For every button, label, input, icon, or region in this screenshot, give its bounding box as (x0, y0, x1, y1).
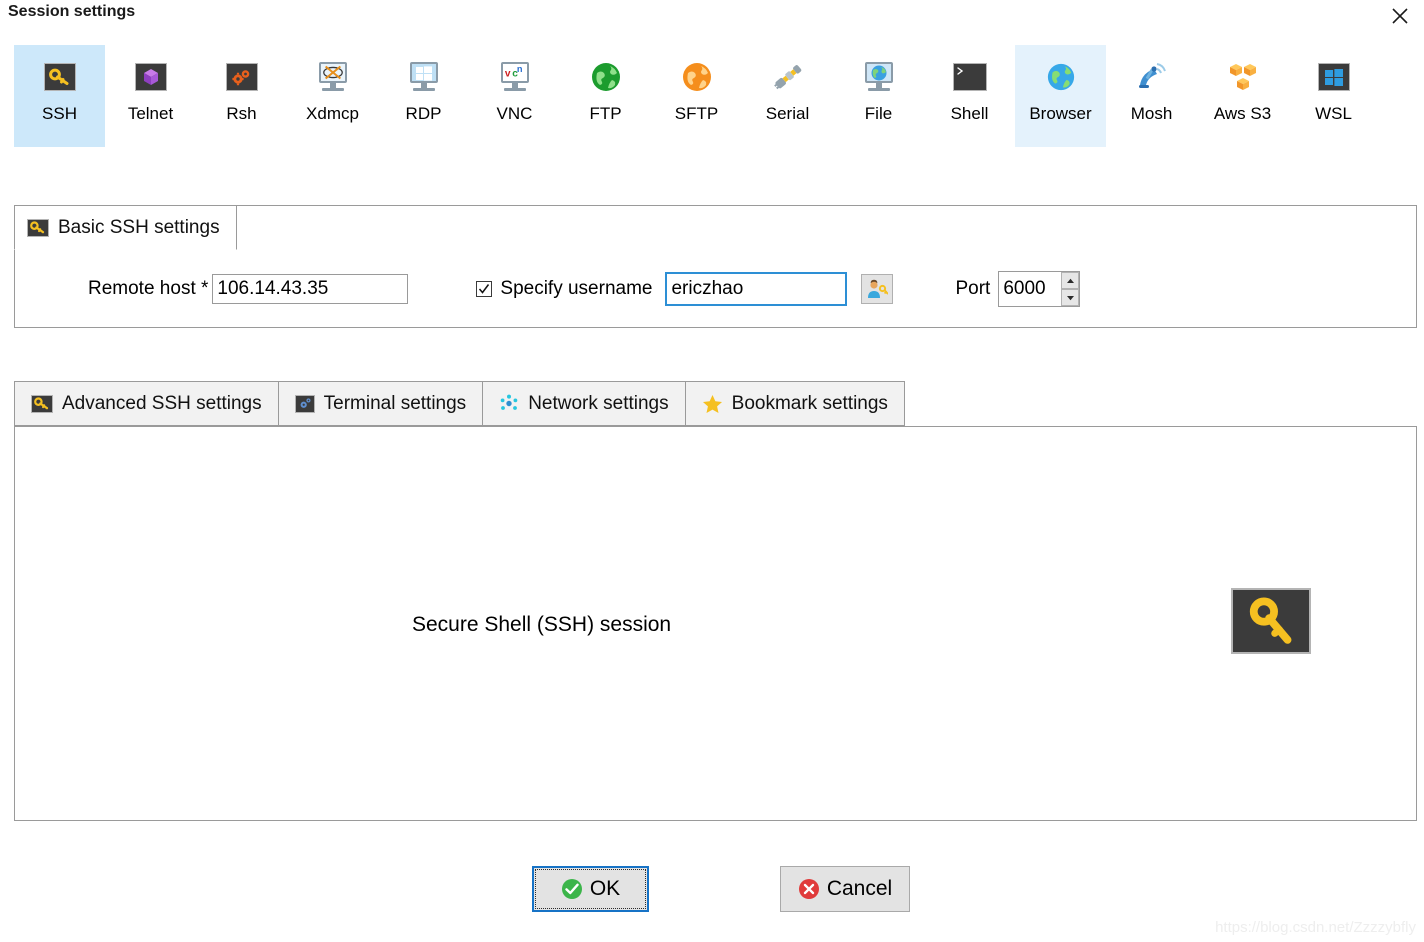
session-description: Secure Shell (SSH) session (412, 613, 672, 636)
sftp-orange-globe-icon (679, 59, 715, 95)
tab-label: Bookmark settings (731, 392, 888, 414)
session-type-label: VNC (496, 104, 533, 123)
session-type-label: File (864, 104, 893, 123)
port-input[interactable] (999, 272, 1062, 306)
aws-s3-boxes-icon (1225, 59, 1261, 95)
ssh-key-icon (42, 59, 78, 95)
session-type-shell[interactable]: Shell (924, 45, 1015, 147)
page-title: Session settings (8, 3, 136, 20)
remote-host-input[interactable] (212, 274, 409, 304)
port-stepper[interactable] (998, 271, 1081, 307)
user-key-icon[interactable] (861, 274, 894, 304)
session-type-label: Mosh (1130, 104, 1173, 123)
session-type-telnet[interactable]: Telnet (105, 45, 196, 147)
mosh-satellite-icon (1134, 59, 1170, 95)
session-type-aws-s3[interactable]: Aws S3 (1197, 45, 1288, 147)
tab-bookmark-settings[interactable]: Bookmark settings (684, 381, 905, 426)
settings-tab-bar: Advanced SSH settings Terminal settings (14, 381, 905, 426)
ftp-green-globe-icon (588, 59, 624, 95)
session-type-label: SSH (42, 104, 77, 123)
vnc-monitor-icon: v c n (497, 59, 533, 95)
svg-text:v: v (504, 69, 510, 80)
x-circle-icon (798, 878, 820, 900)
serial-plug-icon (770, 59, 806, 95)
session-type-strip: SSH Telnet Rsh Xdmcp RDP v c n VNC FTP S… (14, 45, 1410, 147)
ok-button-label: OK (589, 877, 621, 900)
file-globe-monitor-icon (861, 59, 897, 95)
cancel-button[interactable]: Cancel (780, 866, 910, 912)
session-type-label: Browser (1029, 104, 1092, 123)
tab-network-settings[interactable]: Network settings (482, 381, 685, 426)
basic-ssh-settings-tab-label: Basic SSH settings (58, 216, 220, 238)
cancel-button-label: Cancel (826, 877, 893, 900)
session-type-label: Telnet (127, 104, 174, 123)
tab-advanced-ssh-settings[interactable]: Advanced SSH settings (14, 381, 278, 426)
rdp-windows-icon (406, 59, 442, 95)
svg-text:n: n (516, 64, 522, 74)
terminal-gear-icon (294, 394, 315, 413)
wsl-windows-icon (1316, 59, 1352, 95)
spinner-down-icon[interactable] (1061, 289, 1080, 306)
session-type-label: Shell (950, 104, 989, 123)
browser-globe-icon (1043, 59, 1079, 95)
tab-label: Network settings (528, 392, 669, 414)
session-type-label: Rsh (226, 104, 257, 123)
session-type-rdp[interactable]: RDP (378, 45, 469, 147)
port-label: Port (955, 278, 991, 299)
session-type-label: RDP (405, 104, 442, 123)
specify-username-checkbox[interactable] (476, 281, 493, 297)
watermark: https://blog.csdn.net/Zzzzybfly (1215, 919, 1416, 936)
session-type-label: WSL (1315, 104, 1352, 123)
ok-button[interactable]: OK (532, 866, 649, 912)
rsh-gears-icon (224, 59, 260, 95)
basic-ssh-settings-tab[interactable]: Basic SSH settings (14, 205, 237, 250)
ssh-key-icon (31, 394, 53, 413)
basic-ssh-settings-fields: Remote host * Specify username Port (14, 250, 1417, 328)
remote-host-label: Remote host * (88, 278, 209, 299)
username-input[interactable] (665, 272, 848, 306)
session-type-sftp[interactable]: SFTP (651, 45, 742, 147)
title-bar: Session settings (0, 0, 1424, 30)
session-type-file[interactable]: File (833, 45, 924, 147)
session-type-browser[interactable]: Browser (1015, 45, 1106, 147)
session-type-label: Xdmcp (306, 104, 359, 123)
session-type-label: Serial (765, 104, 810, 123)
session-type-xdmcp[interactable]: Xdmcp (287, 45, 378, 147)
session-type-serial[interactable]: Serial (742, 45, 833, 147)
session-type-ftp[interactable]: FTP (560, 45, 651, 147)
session-type-mosh[interactable]: Mosh (1106, 45, 1197, 147)
session-type-label: SFTP (674, 104, 719, 123)
close-icon[interactable] (1382, 0, 1418, 28)
xdmcp-xmonitor-icon (315, 59, 351, 95)
tab-label: Advanced SSH settings (62, 392, 262, 414)
spinner-up-icon[interactable] (1061, 272, 1080, 289)
session-type-label: FTP (589, 104, 622, 123)
ssh-key-icon (27, 218, 49, 237)
shell-prompt-icon (952, 59, 988, 95)
ssh-key-icon (1231, 588, 1311, 654)
telnet-cube-icon (133, 59, 169, 95)
session-type-label: Aws S3 (1213, 104, 1272, 123)
session-type-rsh[interactable]: Rsh (196, 45, 287, 147)
settings-content-panel (14, 426, 1417, 821)
network-dots-icon (499, 394, 519, 414)
tab-terminal-settings[interactable]: Terminal settings (277, 381, 483, 426)
check-circle-icon (561, 878, 583, 900)
session-type-vnc[interactable]: v c n VNC (469, 45, 560, 147)
session-type-ssh[interactable]: SSH (14, 45, 105, 147)
star-icon (702, 394, 723, 414)
specify-username-label: Specify username (500, 278, 653, 299)
tab-label: Terminal settings (323, 392, 467, 414)
session-type-wsl[interactable]: WSL (1288, 45, 1379, 147)
